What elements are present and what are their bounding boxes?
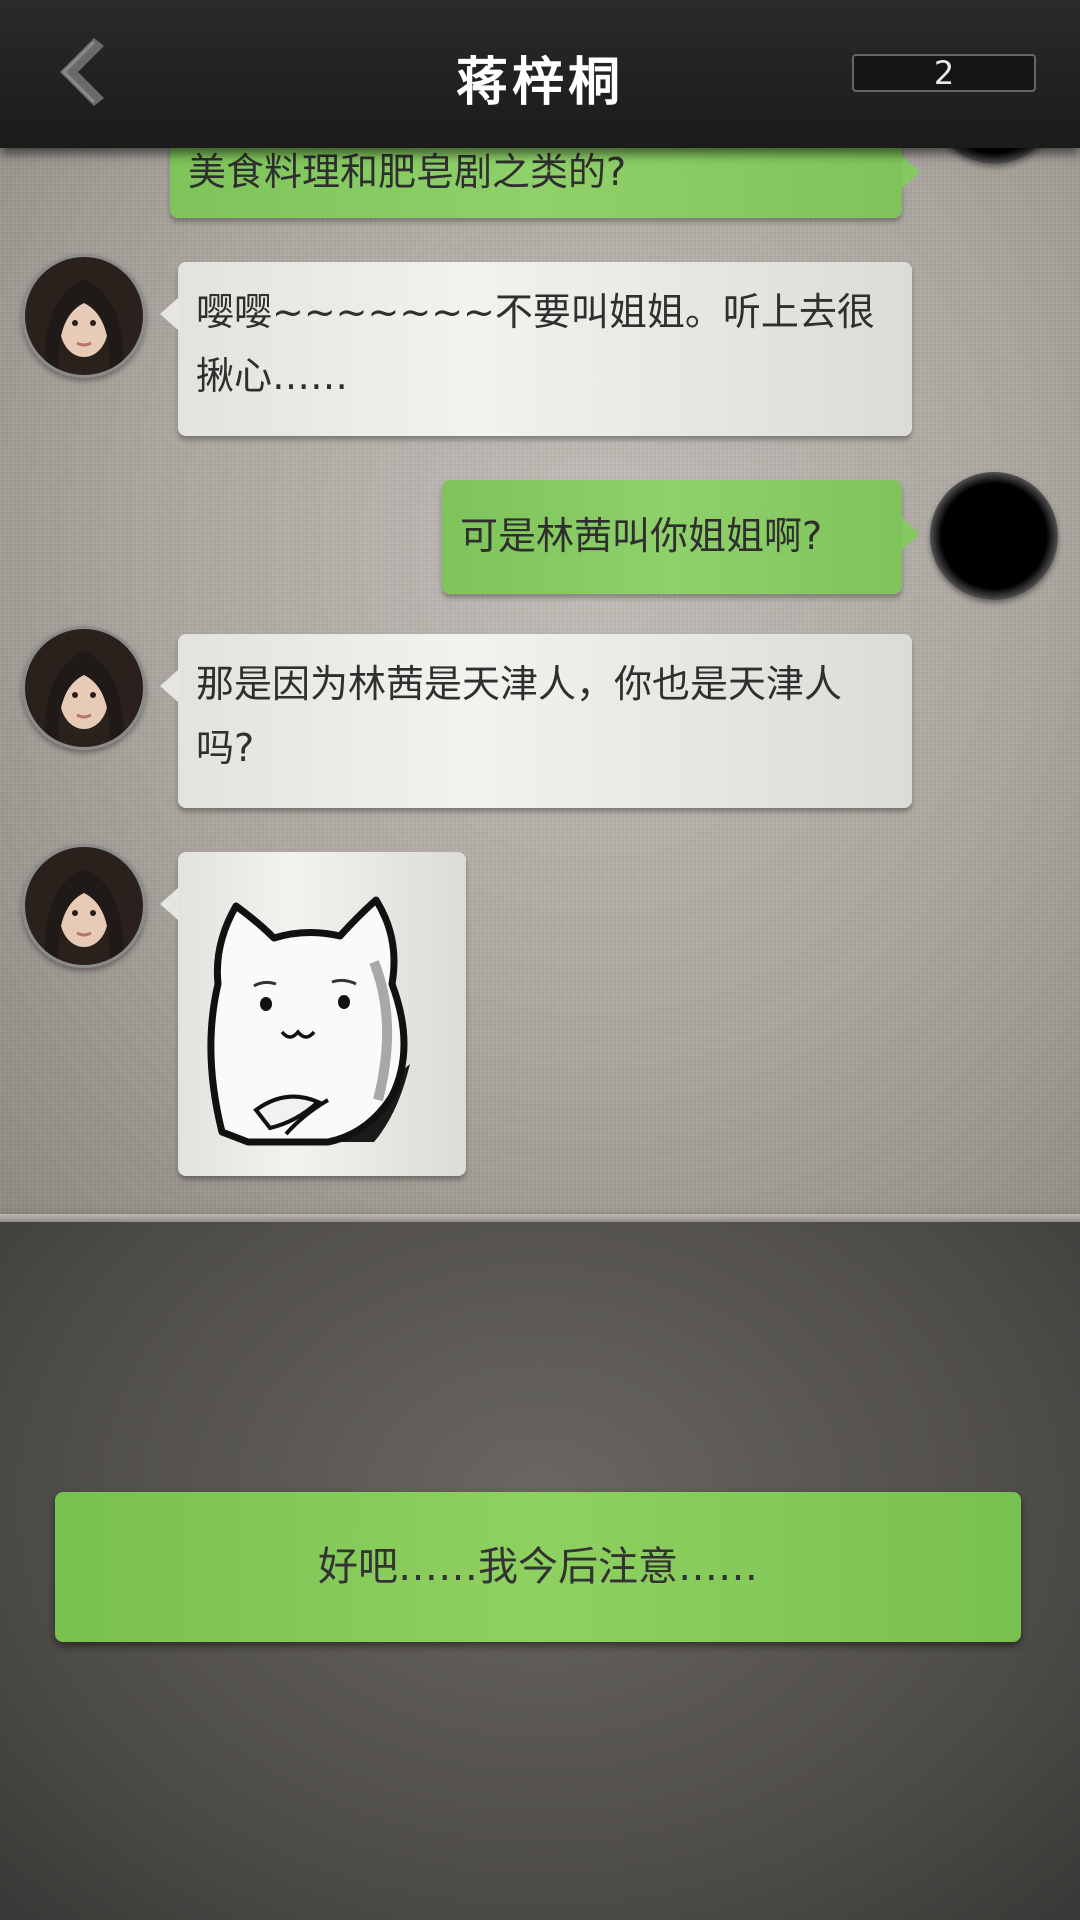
message-text: 那是因为林茜是天津人，你也是天津人吗? — [196, 662, 843, 770]
top-bar: 蒋梓桐 2 — [0, 0, 1080, 148]
message-bubble-sent: 可是林茜叫你姐姐啊? — [442, 480, 920, 594]
reply-choice-button[interactable]: 好吧……我今后注意…… — [55, 1492, 1021, 1642]
cat-sticker-icon — [207, 896, 410, 1146]
player-avatar — [930, 472, 1058, 600]
counter-badge: 2 — [852, 54, 1036, 92]
contact-avatar — [22, 254, 146, 378]
message-bubble-received: 嘤嘤~~~~~~~不要叫姐姐。听上去很揪心…… — [160, 262, 912, 436]
contact-avatar — [22, 626, 146, 750]
message-bubble-received: 那是因为林茜是天津人，你也是天津人吗? — [160, 634, 912, 808]
message-text: 可是林茜叫你姐姐啊? — [460, 514, 823, 558]
chat-area: 美食料理和肥皂剧之类的? 嘤嘤~~~~~~~不要叫姐姐。听上去很揪心…… 可是林… — [0, 0, 1080, 1220]
message-text: 嘤嘤~~~~~~~不要叫姐姐。听上去很揪心…… — [196, 290, 875, 398]
sticker-bubble — [160, 852, 466, 1176]
message-text: 美食料理和肥皂剧之类的? — [188, 150, 627, 194]
reply-choice-label: 好吧……我今后注意…… — [318, 1544, 758, 1590]
contact-avatar — [22, 844, 146, 968]
